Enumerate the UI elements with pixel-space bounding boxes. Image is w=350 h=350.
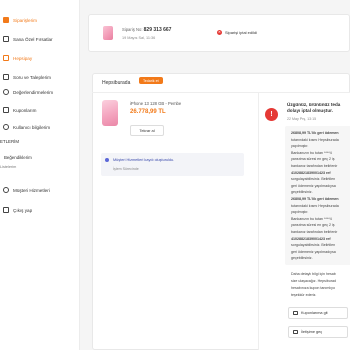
refund-detail-line: 41028821839001423 ref: [291, 170, 331, 175]
sidebar-item-customer-service[interactable]: Müşteri Hizmetleri: [0, 184, 80, 196]
refund-detail-line: yansıtma süresi en geç 2 iş: [291, 157, 335, 162]
order-number-label: Sipariş No:: [122, 27, 143, 32]
refund-detail-line: Bankanızın bu tutarı ****4: [291, 216, 332, 221]
product-thumbnail: [103, 26, 113, 40]
notice-date: 22 May Prş, 13:15: [287, 117, 317, 121]
alert-icon: !: [265, 108, 278, 121]
sidebar-item-coupons[interactable]: Kuponlarım: [0, 104, 80, 116]
section-title: ETLERİM: [0, 139, 20, 144]
user-icon: [3, 124, 9, 130]
go-to-coupons-button[interactable]: Kuponlarıma git: [288, 307, 348, 319]
sidebar-item-label: Çıkış yap: [13, 207, 33, 213]
refund-detail-line: geri ödemeniz yapılmadıysa: [291, 183, 336, 188]
order-status-text: Siparişi iptal edildi: [225, 30, 258, 35]
refund-detail-line: yapılmıştır.: [291, 144, 309, 149]
wallet-icon: [3, 55, 9, 61]
refund-detail-line: 26808,99 TL'lik geri ödemen: [291, 131, 339, 135]
refund-detail-line: 41028821839001423 ref: [291, 236, 331, 241]
sidebar-item-orders[interactable]: Siparişlerim: [0, 14, 80, 26]
refund-detail-line: geri ödemeniz yapılmadıysa: [291, 249, 336, 254]
coupon-icon: [3, 107, 9, 113]
headset-icon: [3, 187, 9, 193]
sidebar-item-questions[interactable]: Soru ve Taleplerim: [0, 71, 80, 83]
refund-detail-line: yansıtma süresi en geç 2 iş: [291, 223, 335, 228]
contact-button[interactable]: İletişime geç: [288, 326, 348, 338]
order-number: Sipariş No: 829 313 667: [122, 27, 171, 33]
sidebar-item-logout[interactable]: Çıkış yap: [0, 204, 80, 216]
sidebar-item-lists[interactable]: Listelerim: [0, 165, 16, 169]
sidebar-item-label: Hepsipay: [13, 55, 33, 61]
coupon-icon: [293, 311, 298, 315]
sidebar-item-user-info[interactable]: Kullanıcı bilgilerim: [0, 121, 80, 133]
star-icon: [3, 89, 9, 95]
support-ticket-box[interactable]: [101, 153, 244, 176]
sidebar-item-label: Değerlendirmelerim: [13, 89, 54, 95]
refund-detail-line: Bankanızın bu tutarı ****4: [291, 150, 332, 155]
sidebar-item-favorites[interactable]: Beğendiklerim: [4, 155, 32, 160]
refund-detail-line: sorgulayabilirsiniz. Belirtilen: [291, 177, 336, 182]
product-price: 26.778,99 TL: [130, 109, 166, 115]
contact-label: İletişime geç: [301, 330, 323, 334]
seller-name[interactable]: Hepsiburada: [102, 80, 130, 86]
box-icon: [3, 17, 9, 23]
support-ticket-status: İşlem Sürecinde: [113, 167, 139, 171]
sidebar: Siparişlerim Sana Özel Fırsatlar Hepsipa…: [0, 0, 80, 350]
buy-again-button[interactable]: Tekrar al: [130, 125, 164, 136]
support-ticket-title: Müşteri Hizmetleri kaydı oluşturuldu.: [113, 158, 175, 162]
notice-footer-line: hesabınıza kupon tanımlıyo: [291, 286, 335, 290]
notice-title: Üzgünüz, ürününüz teda dolayı iptal olmu…: [287, 102, 350, 114]
refund-detail-line: geçebilirsiniz.: [291, 190, 313, 195]
refund-detail-line: 26808,99 TL'lik geri ödemen: [291, 197, 339, 201]
refund-detail-line: tutarındaki kısmı Hepsiburada: [291, 137, 339, 142]
sidebar-item-label: Kuponlarım: [13, 107, 37, 113]
notice-title-line: dolayı iptal olmuştur.: [287, 108, 333, 113]
sidebar-item-label: Siparişlerim: [13, 17, 37, 23]
sidebar-item-label: Sana Özel Fırsatlar: [13, 36, 53, 42]
refund-detail-line: yapılmıştır.: [291, 210, 309, 215]
order-date: 19 Mayıs Sal, 11:36: [122, 36, 156, 40]
sidebar-item-reviews[interactable]: Değerlendirmelerim: [0, 86, 80, 98]
notice-footer-line: teşekkür ederiz.: [291, 293, 317, 297]
product-image[interactable]: [102, 100, 118, 126]
sidebar-item-special-offers[interactable]: Sana Özel Fırsatlar: [0, 33, 80, 45]
seller-badge: Tedarik et: [139, 77, 163, 84]
sidebar-item-label: Kullanıcı bilgilerim: [13, 124, 51, 130]
notice-footer-line: size ulaşacağız. Hepsiburad: [291, 279, 336, 283]
refund-detail-line: tutarındaki kısmı Hepsiburada: [291, 203, 339, 208]
tag-icon: [3, 36, 9, 42]
info-icon: [105, 158, 109, 162]
notice-footer-line: Daha detaylı bilgi için hesab: [291, 272, 336, 276]
order-number-value: 829 313 667: [143, 27, 172, 33]
cancel-icon: ✕: [217, 30, 222, 35]
refund-detail-line: bankanız tarafından belirlenir: [291, 230, 338, 234]
sidebar-item-hepsipay[interactable]: Hepsipay: [0, 52, 80, 64]
order-status: ✕ Siparişi iptal edildi: [217, 30, 257, 35]
chat-icon: [293, 330, 298, 334]
sidebar-item-label: Müşteri Hizmetleri: [13, 187, 50, 193]
refund-detail-line: geçebilirsiniz.: [291, 256, 313, 261]
chat-icon: [3, 74, 9, 80]
refund-detail-line: bankanız tarafından belirlenir: [291, 164, 338, 168]
sidebar-item-label: Soru ve Taleplerim: [13, 74, 51, 80]
refund-detail-line: sorgulayabilirsiniz. Belirtilen: [291, 243, 336, 248]
product-name[interactable]: iPhone 13 128 GB - Pembe: [130, 101, 181, 106]
go-to-coupons-label: Kuponlarıma git: [301, 311, 328, 315]
logout-icon: [3, 207, 9, 213]
